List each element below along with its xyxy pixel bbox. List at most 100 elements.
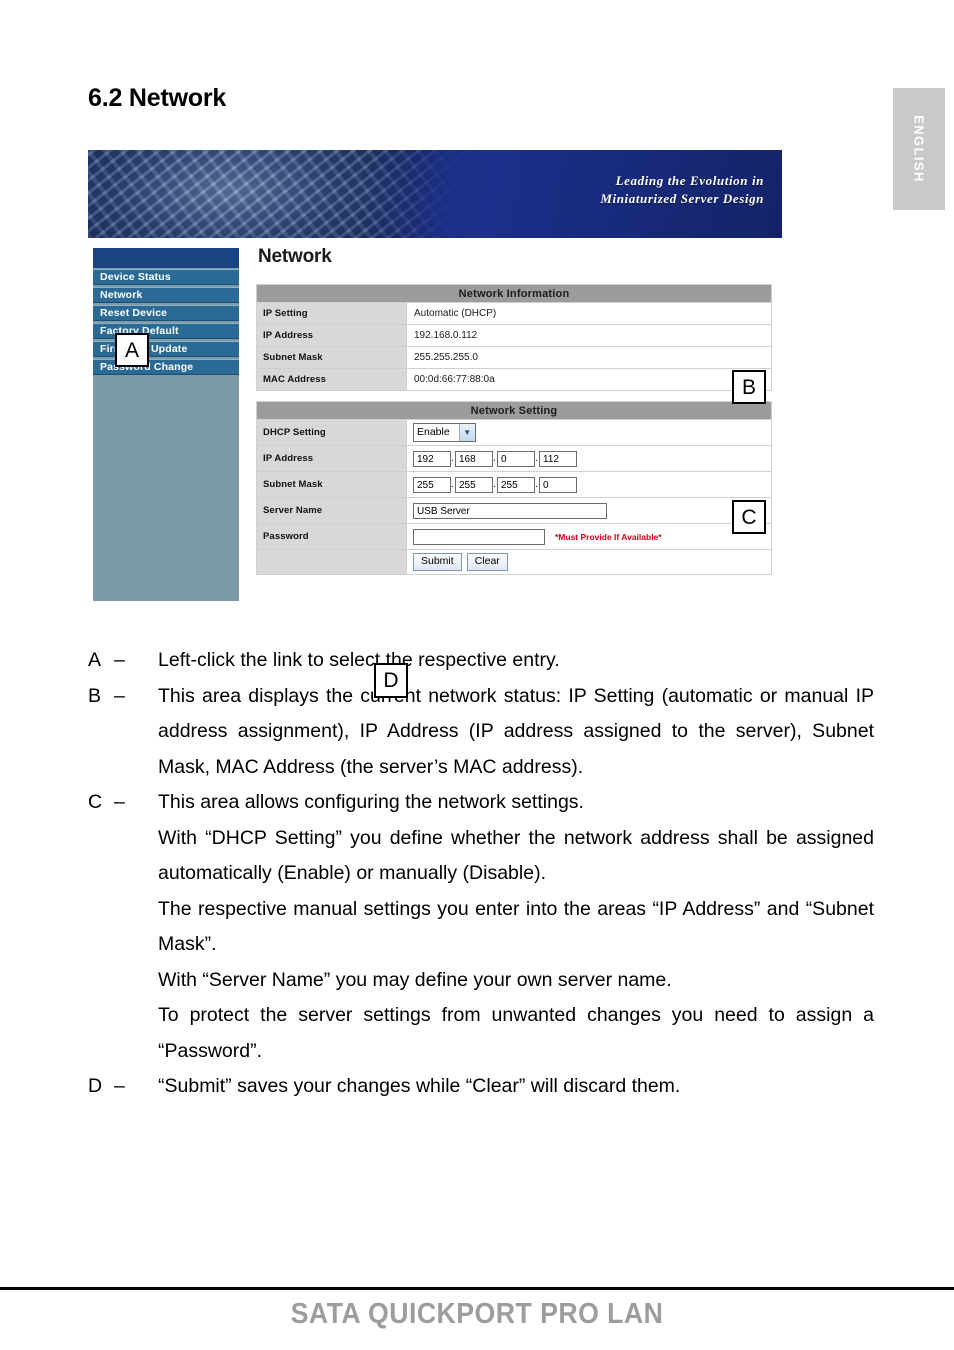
sidebar-item-label: Device Status [100,271,171,283]
panel-title-row: Network Information [256,284,772,303]
ip-setting-label: IP Setting [256,302,407,325]
mask-octet-4-input[interactable]: 0 [539,476,577,493]
password-input[interactable] [413,528,545,545]
server-name-label: Server Name [256,497,407,524]
password-label: Password [256,523,407,550]
mask-octet-3-input[interactable]: 255 [497,476,535,493]
callout-marker-c: C [732,500,766,534]
ip-address-label: IP Address [256,324,407,347]
network-information-title: Network Information [256,284,772,303]
table-row: Subnet Mask 255.255.255.0 [256,346,772,369]
panel-title-row: Network Setting [256,401,772,420]
legend-text: This area allows configuring the network… [158,785,874,1069]
ip-address-setting-label: IP Address [256,445,407,472]
site-banner: Leading the Evolution in Miniaturized Se… [88,150,782,238]
legend-key: B [88,684,102,707]
legend-paragraph: Left-click the link to select the respec… [158,649,560,671]
callout-marker-d: D [374,663,408,698]
legend-list: A – Left-click the link to select the re… [88,643,874,1105]
sidebar-header [93,248,239,268]
sidebar-item-network[interactable]: Network [93,287,239,303]
legend-key: D [88,1075,103,1097]
main-content: Network Network Information IP Setting A… [256,246,774,585]
ip-address-setting-cell: 192. 168. 0. 112 [406,445,772,472]
password-hint: *Must Provide If Available* [555,531,662,542]
ip-setting-value: Automatic (DHCP) [406,302,772,325]
clear-button[interactable]: Clear [466,553,508,571]
legend-dash: – [114,1075,125,1097]
page-title: 6.2 Network [88,84,227,112]
table-row: Server Name USB Server [256,497,772,524]
subnet-mask-setting-cell: 255. 255. 255. 0 [406,471,772,498]
server-name-cell: USB Server [406,497,772,524]
ip-octet-3-input[interactable]: 0 [497,450,535,467]
device-page-body: Device Status Network Reset Device Facto… [88,238,782,698]
banner-tagline: Leading the Evolution in Miniaturized Se… [600,172,764,208]
legend-item-b: B – This area displays the current netwo… [88,679,874,786]
dhcp-setting-selected-value: Enable [417,426,450,438]
device-web-ui-screenshot: Leading the Evolution in Miniaturized Se… [88,150,782,698]
table-row: Password *Must Provide If Available* [256,523,772,550]
password-cell: *Must Provide If Available* [406,523,772,550]
sidebar-item-reset-device[interactable]: Reset Device [93,305,239,321]
network-setting-panel: Network Setting DHCP Setting Enable ▼ IP… [256,401,772,575]
content-heading: Network [258,246,332,267]
legend-paragraph: With “DHCP Setting” you define whether t… [158,826,874,885]
legend-dash: – [114,649,125,671]
footer-product-title: SATA QUICKPORT PRO LAN [290,1298,664,1330]
legend-item-d: D – “Submit” saves your changes while “C… [88,1069,874,1105]
ip-address-value: 192.168.0.112 [406,324,772,347]
submit-button[interactable]: Submit [413,553,462,571]
legend-paragraph: This area allows configuring the network… [158,791,584,813]
legend-key: A [88,649,102,671]
table-row: MAC Address 00:0d:66:77:88:0a [256,368,772,391]
subnet-mask-value: 255.255.255.0 [406,346,772,369]
chevron-down-icon: ▼ [458,424,475,441]
table-row: DHCP Setting Enable ▼ [256,419,772,446]
ip-octet-2-input[interactable]: 168 [455,450,493,467]
sidebar-item-label: Reset Device [100,307,168,319]
button-row: Submit Clear [406,549,772,575]
network-information-panel: Network Information IP Setting Automatic… [256,284,772,391]
table-row: IP Setting Automatic (DHCP) [256,302,772,325]
banner-tagline-line2: Miniaturized Server Design [600,191,764,206]
legend-paragraph: This area displays the current network s… [158,684,874,778]
subnet-mask-label: Subnet Mask [256,346,407,369]
table-row: Subnet Mask 255.255.255.0 [256,471,772,498]
mask-octet-2-input[interactable]: 255 [455,476,493,493]
legend-text: This area displays the current network s… [158,679,874,786]
mac-address-label: MAC Address [256,368,407,391]
network-setting-title: Network Setting [256,401,772,420]
server-name-input[interactable]: USB Server [413,502,607,519]
callout-marker-a: A [115,333,149,367]
legend-text: “Submit” saves your changes while “Clear… [158,1069,874,1105]
language-tab: ENGLISH [893,88,945,210]
table-row: IP Address 192.168.0.112 [256,445,772,472]
ip-octet-4-input[interactable]: 112 [539,450,577,467]
language-tab-label: ENGLISH [911,115,927,183]
sidebar: Device Status Network Reset Device Facto… [93,248,239,601]
legend-item-c: C – This area allows configuring the net… [88,785,874,1069]
sidebar-item-label: Network [100,289,143,301]
legend-dash: – [114,791,125,813]
callout-marker-b: B [732,370,766,404]
table-row: IP Address 192.168.0.112 [256,324,772,347]
legend-key: C [88,791,103,813]
subnet-mask-setting-label: Subnet Mask [256,471,407,498]
ip-octet-1-input[interactable]: 192 [413,450,451,467]
footer-divider [0,1287,954,1290]
dhcp-setting-label: DHCP Setting [256,419,407,446]
sidebar-item-device-status[interactable]: Device Status [93,269,239,285]
legend-paragraph: With “Server Name” you may define your o… [158,968,672,991]
button-row-spacer [256,549,407,575]
legend-paragraph: To protect the server settings from unwa… [158,1004,874,1062]
legend-dash: – [114,684,125,707]
dhcp-setting-select[interactable]: Enable ▼ [413,423,476,442]
legend-paragraph: The respective manual settings you enter… [158,897,874,956]
legend-paragraph: “Submit” saves your changes while “Clear… [158,1075,681,1097]
table-row: Submit Clear [256,549,772,575]
mask-octet-1-input[interactable]: 255 [413,476,451,493]
legend-text: Left-click the link to select the respec… [158,643,874,679]
mac-address-value: 00:0d:66:77:88:0a [406,368,772,391]
legend-item-a: A – Left-click the link to select the re… [88,643,874,679]
